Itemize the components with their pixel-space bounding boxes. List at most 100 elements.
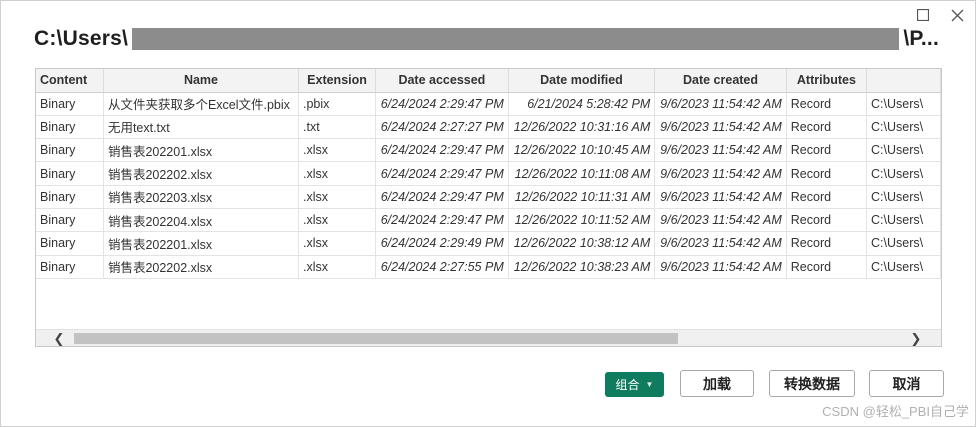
data-grid: Content Name Extension Date accessed Date mo… <box>36 69 941 279</box>
column-header-date-created[interactable]: Date created <box>654 69 787 93</box>
load-button[interactable]: 加载 <box>680 370 754 397</box>
cell-date-modified: 12/26/2022 10:10:45 AM <box>508 138 656 163</box>
cell-content[interactable]: Binary <box>36 115 104 140</box>
table-row[interactable]: Binary 销售表202202.xlsx .xlsx 6/24/2024 2:27:… <box>36 255 941 279</box>
cell-path: C:\Users\ <box>866 138 941 163</box>
cell-attributes[interactable]: Record <box>786 138 868 163</box>
cell-name: 销售表202202.xlsx <box>103 255 300 279</box>
column-header-content[interactable]: Content <box>36 69 104 93</box>
table-row[interactable]: Binary 销售表202201.xlsx .xlsx 6/24/2024 2:29:… <box>36 138 941 163</box>
cell-date-modified: 6/21/2024 5:28:42 PM <box>508 92 656 116</box>
cell-content[interactable]: Binary <box>36 185 104 209</box>
close-icon[interactable] <box>949 7 965 23</box>
scroll-right-icon[interactable]: ❯ <box>905 330 927 346</box>
table-body: Binary 从文件夹获取多个Excel文件.pbix .pbix 6/24/2024… <box>36 92 941 279</box>
cell-content[interactable]: Binary <box>36 161 104 186</box>
cell-path: C:\Users\ <box>866 185 941 209</box>
cell-attributes[interactable]: Record <box>786 115 868 140</box>
combine-button[interactable]: 组合 ▼ <box>605 372 664 397</box>
cancel-button[interactable]: 取消 <box>869 370 944 397</box>
cell-path: C:\Users\ <box>866 255 941 279</box>
cell-date-accessed: 6/24/2024 2:29:47 PM <box>375 185 509 209</box>
cell-name: 销售表202201.xlsx <box>103 138 300 163</box>
cell-path: C:\Users\ <box>866 115 941 140</box>
cell-attributes[interactable]: Record <box>786 231 868 256</box>
table-header-row: Content Name Extension Date accessed Date mo… <box>36 69 941 93</box>
table-row[interactable]: Binary 无用text.txt .txt 6/24/2024 2:27:27 PM… <box>36 115 941 140</box>
cell-path: C:\Users\ <box>866 208 941 233</box>
cell-extension: .xlsx <box>298 161 377 186</box>
table-row[interactable]: Binary 从文件夹获取多个Excel文件.pbix .pbix 6/24/2024… <box>36 92 941 116</box>
cell-date-created: 9/6/2023 11:54:42 AM <box>654 92 787 116</box>
title-path-suffix: \P... <box>903 27 939 50</box>
cell-path: C:\Users\ <box>866 231 941 256</box>
cell-attributes[interactable]: Record <box>786 208 868 233</box>
scrollbar-thumb[interactable] <box>74 333 678 344</box>
table-row[interactable]: Binary 销售表202203.xlsx .xlsx 6/24/2024 2:29:… <box>36 185 941 209</box>
cell-extension: .xlsx <box>298 185 377 209</box>
horizontal-scrollbar[interactable]: ❮ ❯ <box>36 329 941 346</box>
transform-data-button[interactable]: 转换数据 <box>769 370 855 397</box>
cell-attributes[interactable]: Record <box>786 92 868 116</box>
cell-date-accessed: 6/24/2024 2:29:47 PM <box>375 208 509 233</box>
redacted-path <box>132 28 900 50</box>
cell-extension: .pbix <box>298 92 377 116</box>
cell-date-created: 9/6/2023 11:54:42 AM <box>654 185 787 209</box>
column-header-path[interactable] <box>866 69 941 93</box>
watermark: CSDN @轻松_PBI自己学 <box>822 404 969 419</box>
cell-date-modified: 12/26/2022 10:11:31 AM <box>508 185 656 209</box>
column-header-name[interactable]: Name <box>103 69 300 93</box>
dialog-window: C:\Users\ \P... Content Name Extension Date… <box>0 0 976 427</box>
title-path-prefix: C:\Users\ <box>34 27 129 50</box>
cell-content[interactable]: Binary <box>36 231 104 256</box>
cell-path: C:\Users\ <box>866 161 941 186</box>
cell-date-accessed: 6/24/2024 2:29:49 PM <box>375 231 509 256</box>
cell-date-modified: 12/26/2022 10:11:52 AM <box>508 208 656 233</box>
cell-date-created: 9/6/2023 11:54:42 AM <box>654 161 787 186</box>
table-row[interactable]: Binary 销售表202202.xlsx .xlsx 6/24/2024 2:29:… <box>36 161 941 186</box>
cell-name: 销售表202203.xlsx <box>103 185 300 209</box>
window-controls <box>915 7 965 23</box>
cell-date-modified: 12/26/2022 10:38:23 AM <box>508 255 656 279</box>
cell-date-created: 9/6/2023 11:54:42 AM <box>654 138 787 163</box>
cell-date-created: 9/6/2023 11:54:42 AM <box>654 231 787 256</box>
cell-date-created: 9/6/2023 11:54:42 AM <box>654 115 787 140</box>
chevron-down-icon[interactable]: ▼ <box>646 380 654 389</box>
scroll-left-icon[interactable]: ❮ <box>48 330 70 346</box>
cell-attributes[interactable]: Record <box>786 255 868 279</box>
action-buttons: 组合 ▼ 加载 转换数据 取消 <box>1 370 976 398</box>
cell-name: 从文件夹获取多个Excel文件.pbix <box>103 92 300 116</box>
column-header-attributes[interactable]: Attributes <box>786 69 868 93</box>
table-row[interactable]: Binary 销售表202204.xlsx .xlsx 6/24/2024 2:29:… <box>36 208 941 233</box>
cell-content[interactable]: Binary <box>36 208 104 233</box>
cell-date-modified: 12/26/2022 10:38:12 AM <box>508 231 656 256</box>
cell-date-accessed: 6/24/2024 2:29:47 PM <box>375 161 509 186</box>
cell-content[interactable]: Binary <box>36 92 104 116</box>
cell-attributes[interactable]: Record <box>786 185 868 209</box>
cell-name: 销售表202201.xlsx <box>103 231 300 256</box>
cell-content[interactable]: Binary <box>36 138 104 163</box>
cell-extension: .xlsx <box>298 138 377 163</box>
cell-date-created: 9/6/2023 11:54:42 AM <box>654 208 787 233</box>
cell-extension: .xlsx <box>298 208 377 233</box>
cell-content[interactable]: Binary <box>36 255 104 279</box>
cell-date-created: 9/6/2023 11:54:42 AM <box>654 255 787 279</box>
cell-date-accessed: 6/24/2024 2:27:55 PM <box>375 255 509 279</box>
column-header-date-modified[interactable]: Date modified <box>508 69 656 93</box>
column-header-date-accessed[interactable]: Date accessed <box>375 69 509 93</box>
cell-extension: .xlsx <box>298 231 377 256</box>
cell-date-accessed: 6/24/2024 2:29:47 PM <box>375 138 509 163</box>
cell-attributes[interactable]: Record <box>786 161 868 186</box>
maximize-icon[interactable] <box>915 7 931 23</box>
column-header-extension[interactable]: Extension <box>298 69 377 93</box>
combine-label: 组合 <box>615 378 640 392</box>
table-row[interactable]: Binary 销售表202201.xlsx .xlsx 6/24/2024 2:29:… <box>36 231 941 256</box>
cell-path: C:\Users\ <box>866 92 941 116</box>
cell-name: 销售表202202.xlsx <box>103 161 300 186</box>
file-table: Content Name Extension Date accessed Date mo… <box>35 68 942 347</box>
cell-extension: .xlsx <box>298 255 377 279</box>
cell-date-accessed: 6/24/2024 2:29:47 PM <box>375 92 509 116</box>
cell-name: 销售表202204.xlsx <box>103 208 300 233</box>
cell-extension: .txt <box>298 115 377 140</box>
cell-date-modified: 12/26/2022 10:31:16 AM <box>508 115 656 140</box>
